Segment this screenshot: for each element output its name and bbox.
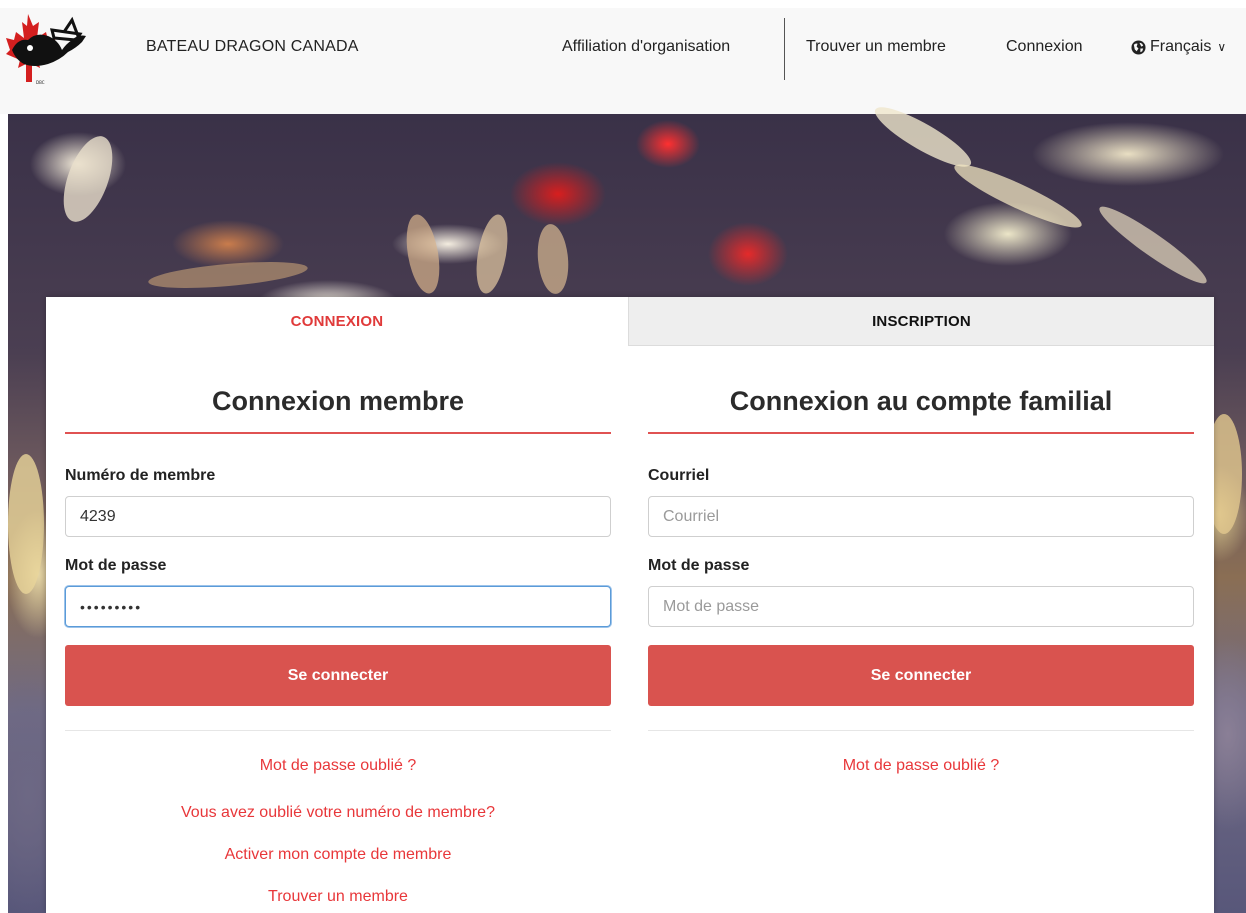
nav-login[interactable]: Connexion	[1006, 38, 1083, 56]
member-login-button[interactable]: Se connecter	[65, 645, 611, 706]
hero-paint-stroke	[1093, 198, 1213, 292]
member-number-input[interactable]	[65, 496, 611, 537]
hero-paint-stroke	[949, 155, 1087, 237]
hero-paint-stroke	[53, 129, 123, 229]
globe-icon	[1131, 39, 1146, 55]
email-label: Courriel	[648, 467, 710, 484]
family-password-label: Mot de passe	[648, 557, 750, 574]
dragon-boat-canada-logo[interactable]: DBC	[6, 10, 88, 92]
header: DBC BATEAU DRAGON CANADA Affiliation d'o…	[0, 0, 1246, 114]
chevron-down-icon: ∨	[1217, 40, 1227, 54]
email-field[interactable]	[648, 496, 1194, 537]
brand-name[interactable]: BATEAU DRAGON CANADA	[146, 38, 359, 56]
member-login-title: Connexion membre	[211, 386, 465, 416]
login-tabs: CONNEXION INSCRIPTION	[46, 297, 1214, 346]
password-label: Mot de passe	[65, 557, 167, 574]
login-card: CONNEXION INSCRIPTION Connexion membre N…	[46, 297, 1214, 913]
forgot-password-link[interactable]: Mot de passe oublié ?	[65, 757, 611, 775]
language-label: Français	[1150, 38, 1212, 55]
find-member-link[interactable]: Trouver un membre	[65, 888, 611, 906]
hero-paint-stroke	[401, 212, 445, 296]
nav-find-member[interactable]: Trouver un membre	[806, 38, 946, 56]
password-input[interactable]	[65, 586, 611, 627]
hero-paint-stroke	[471, 212, 513, 296]
family-login-title: Connexion au compte familial	[729, 386, 1113, 416]
member-number-label: Numéro de membre	[65, 467, 216, 484]
header-top-strip	[0, 0, 1246, 8]
family-password-input[interactable]	[648, 586, 1194, 627]
language-selector[interactable]: Français ∨	[1131, 38, 1226, 56]
nav-organization-affiliation[interactable]: Affiliation d'organisation	[562, 38, 730, 56]
tab-register[interactable]: INSCRIPTION	[628, 297, 1214, 346]
hero-paint-stroke	[535, 222, 571, 296]
title-underline	[65, 432, 611, 434]
nav-divider	[784, 18, 785, 80]
hero-paint-stroke	[147, 257, 309, 293]
hero-paint-stroke	[8, 454, 44, 594]
title-underline	[648, 432, 1194, 434]
svg-text:DBC: DBC	[36, 80, 45, 85]
divider	[648, 730, 1194, 731]
divider	[65, 730, 611, 731]
family-forgot-password-link[interactable]: Mot de passe oublié ?	[648, 757, 1194, 775]
family-login-button[interactable]: Se connecter	[648, 645, 1194, 706]
activate-account-link[interactable]: Activer mon compte de membre	[65, 846, 611, 864]
forgot-member-number-link[interactable]: Vous avez oublié votre numéro de membre?	[65, 804, 611, 822]
tab-login[interactable]: CONNEXION	[46, 297, 628, 346]
